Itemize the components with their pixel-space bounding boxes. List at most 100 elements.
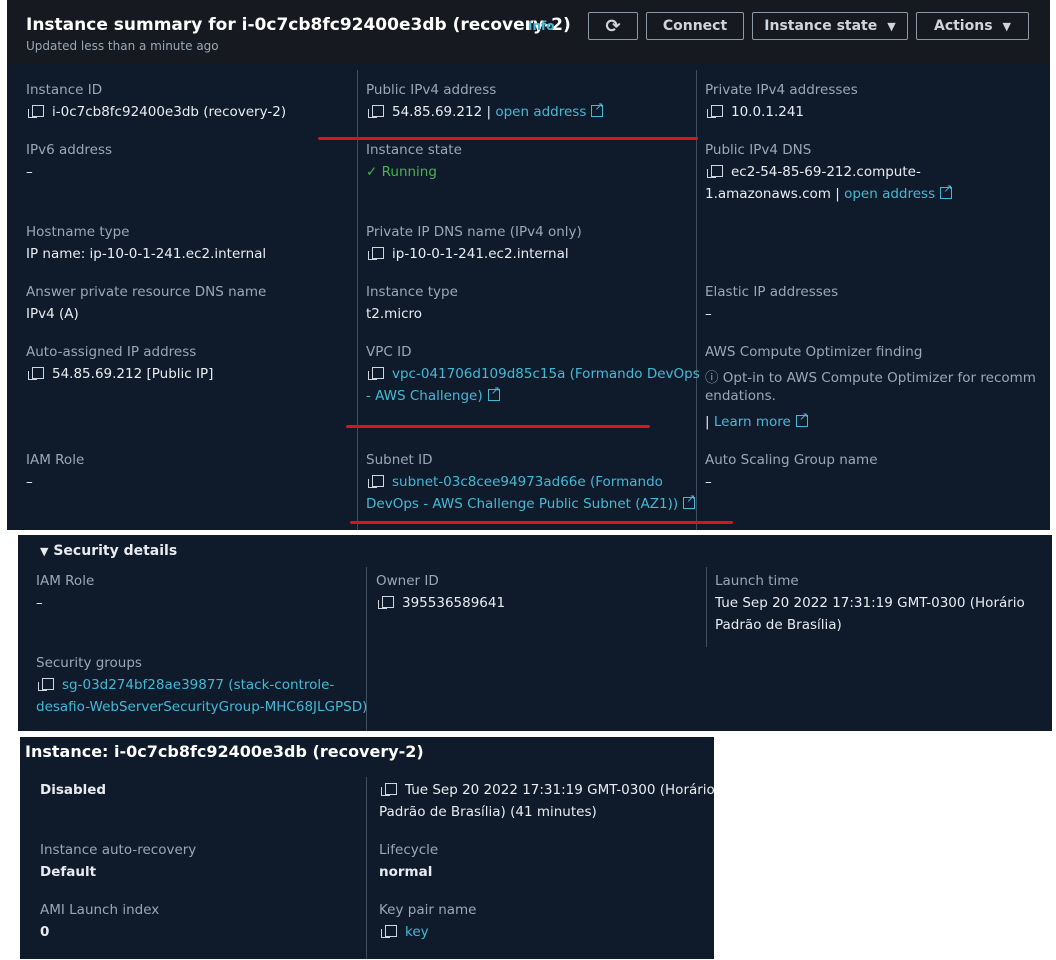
copy-icon[interactable] [381, 925, 397, 938]
sec-iam-role-label: IAM Role [36, 573, 95, 589]
column-divider [706, 567, 707, 647]
ipv6-value: – [26, 164, 33, 180]
lifecycle-label: Lifecycle [379, 842, 439, 858]
subnet-id-link-cont[interactable]: DevOps - AWS Challenge Public Subnet (AZ… [366, 492, 695, 512]
copy-icon[interactable] [368, 105, 384, 118]
caret-down-icon: ▼ [887, 19, 896, 33]
page-title: Instance summary for i-0c7cb8fc92400e3db… [26, 15, 571, 35]
copy-icon[interactable] [368, 247, 384, 260]
private-dns-label: Private IP DNS name (IPv4 only) [366, 224, 582, 240]
instance-state-label: Instance state [764, 18, 878, 34]
actions-label: Actions [933, 18, 993, 34]
key-pair-label: Key pair name [379, 902, 477, 918]
info-link[interactable]: Info [528, 19, 554, 33]
instance-state-status: ✓ Running [366, 164, 437, 180]
auto-ip-label: Auto-assigned IP address [26, 344, 197, 360]
instance-id-value[interactable]: i-0c7cb8fc92400e3db (recovery-2) [28, 104, 286, 120]
owner-id-value: 395536589641 [378, 595, 505, 611]
launch-time-value: Tue Sep 20 2022 17:31:19 GMT-0300 (Horár… [715, 595, 1025, 611]
public-ipv4-value: 54.85.69.212 | open address [368, 100, 604, 120]
vpc-id-link[interactable]: vpc-041706d109d85c15a (Formando DevOps [368, 366, 700, 382]
refresh-button[interactable]: ⟳ [588, 12, 638, 40]
instance-detail-panel: Instance: i-0c7cb8fc92400e3db (recovery-… [20, 737, 715, 959]
open-address-link[interactable]: open address [844, 186, 935, 202]
check-circle-icon: ✓ [366, 164, 378, 180]
copy-icon[interactable] [378, 596, 394, 609]
elastic-ip-label: Elastic IP addresses [705, 284, 839, 300]
ami-index-label: AMI Launch index [40, 902, 160, 918]
external-link-icon [940, 182, 952, 199]
red-underline-annotation [350, 521, 733, 524]
instance-id-label: Instance ID [26, 82, 103, 98]
answer-dns-label: Answer private resource DNS name [26, 284, 267, 300]
hostname-type-label: Hostname type [26, 224, 130, 240]
hostname-type-value: IP name: ip-10-0-1-241.ec2.internal [26, 246, 267, 262]
ami-index-value: 0 [40, 924, 50, 940]
asg-label: Auto Scaling Group name [705, 452, 878, 468]
learn-more-link[interactable]: Learn more [714, 414, 791, 430]
private-ipv4-value: 10.0.1.241 [707, 104, 804, 120]
auto-recovery-status: Disabled [40, 782, 107, 798]
security-details-panel: ▼ Security details IAM Role – Owner ID 3… [18, 535, 1052, 731]
public-dns-label: Public IPv4 DNS [705, 142, 812, 158]
copy-icon[interactable] [28, 367, 44, 380]
launch-time-label: Launch time [715, 573, 799, 589]
security-groups-label: Security groups [36, 655, 142, 671]
auto-recovery-value: Default [40, 864, 97, 880]
copy-icon[interactable] [38, 678, 54, 691]
instance-type-value: t2.micro [366, 306, 423, 322]
copy-icon[interactable] [707, 105, 723, 118]
instance-state-button[interactable]: Instance state ▼ [752, 12, 908, 40]
copy-icon[interactable] [368, 475, 384, 488]
launch-time-detail: Tue Sep 20 2022 17:31:19 GMT-0300 (Horár… [381, 782, 715, 798]
copy-icon[interactable] [707, 165, 723, 178]
caret-down-icon: ▼ [40, 545, 49, 558]
summary-header: Instance summary for i-0c7cb8fc92400e3db… [7, 0, 1050, 64]
subnet-id-label: Subnet ID [366, 452, 433, 468]
instance-state-field-label: Instance state [366, 142, 462, 158]
security-details-toggle[interactable]: ▼ Security details [40, 543, 177, 559]
copy-icon[interactable] [28, 105, 44, 118]
info-circle-icon: ⓘ [705, 370, 719, 386]
subnet-id-link[interactable]: subnet-03c8cee94973ad66e (Formando [368, 474, 663, 490]
launch-time-value-cont: Padrão de Brasília) [715, 617, 842, 633]
updated-text: Updated less than a minute ago [26, 39, 219, 53]
optimizer-text: ⓘ Opt-in to AWS Compute Optimizer for re… [705, 370, 1036, 386]
connect-button[interactable]: Connect [646, 12, 744, 40]
owner-id-label: Owner ID [376, 573, 439, 589]
public-ipv4-label: Public IPv4 address [366, 82, 497, 98]
external-link-icon [591, 100, 604, 117]
elastic-ip-value: – [705, 306, 712, 322]
asg-value: – [705, 474, 712, 490]
connect-label: Connect [662, 18, 728, 34]
private-ipv4-label: Private IPv4 addresses [705, 82, 858, 98]
security-group-link-cont[interactable]: desafio-WebServerSecurityGroup-MHC68JLGP… [36, 699, 367, 715]
vpc-id-link-cont[interactable]: - AWS Challenge) [366, 384, 500, 404]
key-pair-link[interactable]: key [381, 924, 429, 940]
copy-icon[interactable] [368, 367, 384, 380]
answer-dns-value: IPv4 (A) [26, 306, 79, 322]
auto-recovery-label: Instance auto-recovery [40, 842, 197, 858]
instance-summary-panel: Instance summary for i-0c7cb8fc92400e3db… [7, 0, 1050, 530]
launch-time-detail-cont: Padrão de Brasília) (41 minutes) [379, 804, 597, 820]
vpc-id-label: VPC ID [366, 344, 412, 360]
external-link-icon [683, 492, 695, 509]
optimizer-label: AWS Compute Optimizer finding [705, 344, 923, 360]
external-link-icon [795, 410, 808, 427]
security-group-link[interactable]: sg-03d274bf28ae39877 (stack-controle- [38, 677, 334, 693]
column-divider [366, 777, 367, 959]
red-underline-annotation [346, 425, 650, 428]
refresh-icon: ⟳ [605, 15, 621, 37]
iam-role-label: IAM Role [26, 452, 85, 468]
public-dns-value: ec2-54-85-69-212.compute- [707, 164, 921, 180]
open-address-link[interactable]: open address [495, 104, 586, 120]
red-underline-annotation [318, 137, 698, 140]
optimizer-text-cont: endations. [705, 388, 776, 404]
auto-ip-value: 54.85.69.212 [Public IP] [28, 366, 213, 382]
external-link-icon [487, 384, 500, 401]
copy-icon[interactable] [381, 783, 397, 796]
caret-down-icon: ▼ [1002, 19, 1011, 33]
learn-more: | Learn more [705, 410, 808, 430]
iam-role-value: – [26, 474, 33, 490]
actions-button[interactable]: Actions ▼ [916, 12, 1029, 40]
